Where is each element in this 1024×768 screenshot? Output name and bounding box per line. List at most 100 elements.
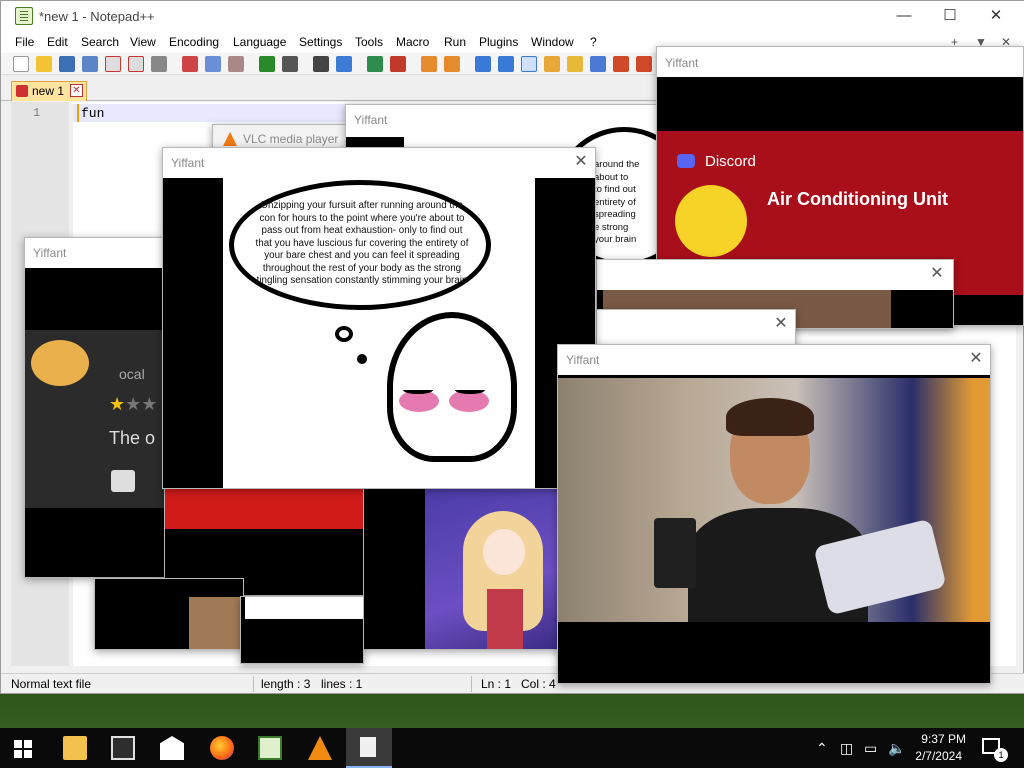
volume-icon[interactable]: 🔈 — [888, 740, 905, 757]
sync-scroll-icon[interactable] — [421, 56, 437, 72]
thought-line: about to — [594, 171, 629, 183]
new-file-icon[interactable] — [13, 56, 29, 72]
server-name: Air Conditioning Unit — [767, 189, 948, 209]
thumbs-up-icon[interactable] — [111, 470, 135, 492]
maximize-button[interactable]: ☐ — [927, 5, 973, 29]
character-face — [483, 529, 525, 575]
menu-macro[interactable]: Macro — [396, 35, 429, 49]
copy-icon[interactable] — [205, 56, 221, 72]
person-hair — [726, 398, 814, 436]
redo-icon[interactable] — [282, 56, 298, 72]
start-button[interactable] — [14, 740, 32, 758]
firefox-icon[interactable] — [210, 736, 234, 760]
close-icon[interactable]: ✕ — [769, 313, 793, 337]
sync-horizontal-icon[interactable] — [444, 56, 460, 72]
reviewer-name: ocal — [119, 366, 145, 382]
tab-new-1[interactable]: new 1 ✕ — [11, 81, 87, 101]
menu-help[interactable]: ? — [590, 35, 597, 49]
open-file-icon[interactable] — [36, 56, 52, 72]
zoom-in-icon[interactable] — [367, 56, 383, 72]
popup-window[interactable]: Yiffant ✕ Unzipping your fursuit after r… — [162, 147, 596, 489]
thought-line: spreading — [594, 209, 636, 220]
star-rating: ★★★ — [109, 394, 158, 414]
zoom-out-icon[interactable] — [390, 56, 406, 72]
notepad-plus-plus-taskbar-icon[interactable] — [258, 736, 282, 760]
popup-title: Yiffant — [566, 353, 600, 367]
clock-date[interactable]: 2/7/2024 — [915, 749, 962, 763]
character-eye — [455, 386, 485, 394]
menu-window[interactable]: Window — [531, 35, 574, 49]
vlc-taskbar-icon[interactable] — [308, 736, 332, 760]
close-button[interactable]: ✕ — [973, 5, 1019, 29]
window-title: *new 1 - Notepad++ — [39, 9, 155, 24]
webcam-video — [558, 378, 990, 622]
network-icon[interactable]: ▭ — [864, 740, 877, 757]
thought-line: entirety of — [594, 196, 636, 208]
mail-icon[interactable] — [160, 736, 184, 760]
thought-dot — [357, 354, 367, 364]
active-app-button[interactable] — [346, 728, 392, 768]
menu-run[interactable]: Run — [444, 35, 466, 49]
folder-workspace-icon[interactable] — [613, 56, 629, 72]
thought-line: e strong — [594, 221, 629, 233]
record-macro-icon[interactable] — [636, 56, 652, 72]
thought-line: around the — [594, 159, 640, 170]
menu-file[interactable]: File — [15, 35, 34, 49]
replace-icon[interactable] — [336, 56, 352, 72]
popup-window[interactable]: Yiffant ocal ★★★ The o — [24, 237, 174, 578]
close-icon[interactable]: ✕ — [964, 348, 988, 372]
review-card: ocal ★★★ The o — [25, 330, 173, 508]
menu-search[interactable]: Search — [81, 35, 119, 49]
popup-window[interactable] — [94, 578, 244, 650]
minimize-button[interactable]: — — [881, 5, 927, 29]
status-lines: lines : 1 — [321, 677, 363, 691]
doc-map-icon[interactable] — [567, 56, 583, 72]
windows-logo-icon — [14, 750, 22, 758]
status-separator — [471, 676, 472, 692]
undo-icon[interactable] — [259, 56, 275, 72]
show-all-chars-icon[interactable] — [498, 56, 514, 72]
clock-time[interactable]: 9:37 PM — [921, 732, 966, 746]
file-explorer-icon[interactable] — [63, 736, 87, 760]
udl-icon[interactable] — [544, 56, 560, 72]
save-icon[interactable] — [59, 56, 75, 72]
save-all-icon[interactable] — [82, 56, 98, 72]
vlc-title: VLC media player — [243, 132, 339, 146]
cut-icon[interactable] — [182, 56, 198, 72]
tab-close-icon[interactable]: ✕ — [70, 84, 83, 97]
microsoft-store-icon[interactable] — [111, 736, 135, 760]
menu-view[interactable]: View — [130, 35, 156, 49]
function-list-icon[interactable] — [590, 56, 606, 72]
character-outfit — [487, 589, 523, 649]
reviewer-avatar — [31, 340, 89, 386]
meet-now-icon[interactable]: ◫ — [840, 740, 853, 757]
menu-encoding[interactable]: Encoding — [169, 35, 219, 49]
menu-plugins[interactable]: Plugins — [479, 35, 518, 49]
thought-line: to find out — [594, 184, 636, 195]
close-file-icon[interactable] — [105, 56, 121, 72]
status-line: Ln : 1 — [481, 677, 512, 691]
find-icon[interactable] — [313, 56, 329, 72]
menu-settings[interactable]: Settings — [299, 35, 342, 49]
close-all-icon[interactable] — [128, 56, 144, 72]
word-wrap-icon[interactable] — [475, 56, 491, 72]
menu-tools[interactable]: Tools — [355, 35, 383, 49]
menu-edit[interactable]: Edit — [47, 35, 68, 49]
popup-window[interactable]: Yiffant ✕ — [557, 344, 991, 684]
comic-frame: Unzipping your fursuit after running aro… — [223, 178, 535, 488]
close-icon[interactable]: ✕ — [569, 151, 593, 175]
windows-logo-icon — [24, 740, 32, 748]
popup-window[interactable]: ✕ — [596, 309, 796, 349]
popup-window[interactable] — [240, 596, 364, 664]
popup-title: Yiffant — [665, 56, 699, 70]
menu-language[interactable]: Language — [233, 35, 286, 49]
indent-guide-icon[interactable] — [521, 56, 537, 72]
close-icon[interactable]: ✕ — [925, 263, 949, 287]
thought-line: your brain — [594, 234, 637, 245]
title-bar[interactable]: *new 1 - Notepad++ — ☐ ✕ — [1, 1, 1024, 33]
editor-text[interactable]: fun — [81, 106, 104, 121]
paste-icon[interactable] — [228, 56, 244, 72]
print-icon[interactable] — [151, 56, 167, 72]
popup-window[interactable] — [362, 488, 562, 650]
tray-expand-icon[interactable]: ⌃ — [816, 740, 828, 757]
